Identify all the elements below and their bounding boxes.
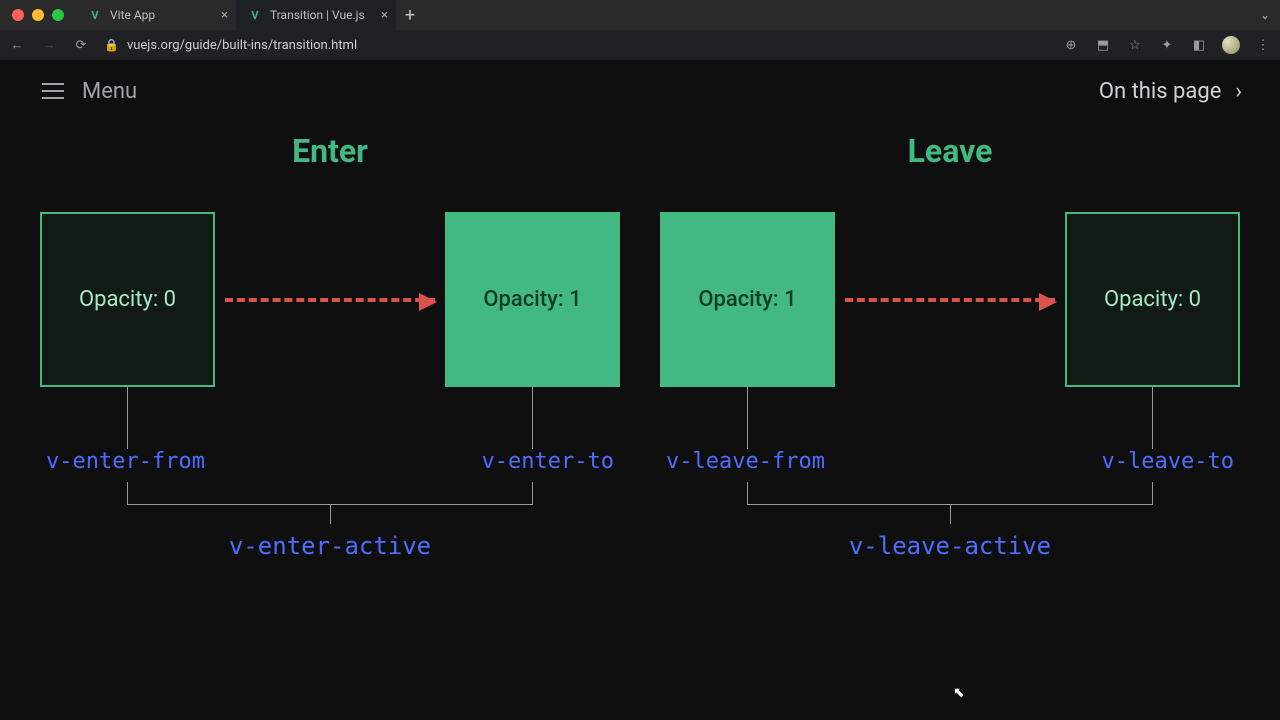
- outline-button[interactable]: On this page ›: [1099, 79, 1242, 104]
- enter-half: Enter Opacity: 0 Opacity: 1 v-enter-from…: [40, 122, 620, 560]
- new-tab-button[interactable]: +: [396, 5, 424, 26]
- leave-from-box: Opacity: 1: [660, 212, 835, 387]
- close-tab-icon[interactable]: ×: [221, 8, 228, 23]
- window-minimize[interactable]: [32, 9, 44, 21]
- back-button[interactable]: ←: [8, 37, 26, 53]
- leave-from-class: v-leave-from: [666, 449, 825, 474]
- enter-from-class: v-enter-from: [46, 449, 205, 474]
- leave-to-class: v-leave-to: [1102, 449, 1234, 474]
- leave-to-box: Opacity: 0: [1065, 212, 1240, 387]
- leave-arrow-icon: [845, 298, 1055, 302]
- enter-to-box: Opacity: 1: [445, 212, 620, 387]
- menu-button[interactable]: Menu: [42, 79, 137, 104]
- enter-to-class: v-enter-to: [482, 449, 614, 474]
- enter-title: Enter: [40, 132, 620, 170]
- hamburger-icon: [42, 83, 64, 99]
- address-bar[interactable]: 🔒 vuejs.org/guide/built-ins/transition.h…: [104, 38, 1048, 53]
- page-content: Menu On this page › Enter Opacity: 0 Opa…: [0, 60, 1280, 720]
- window-titlebar: V Vite App × V Transition | Vue.js × + ⌄: [0, 0, 1280, 30]
- close-tab-icon[interactable]: ×: [381, 8, 388, 23]
- extensions-icon[interactable]: ✦: [1158, 38, 1176, 53]
- enter-active-class: v-enter-active: [40, 532, 620, 560]
- enter-from-box: Opacity: 0: [40, 212, 215, 387]
- menu-label: Menu: [82, 79, 137, 104]
- bookmark-icon[interactable]: ☆: [1126, 38, 1144, 53]
- chevron-right-icon: ›: [1235, 79, 1242, 104]
- enter-arrow-icon: [225, 298, 435, 302]
- doc-topbar: Menu On this page ›: [0, 60, 1280, 122]
- browser-toolbar: ← → ⟳ 🔒 vuejs.org/guide/built-ins/transi…: [0, 30, 1280, 60]
- leave-half: Leave Opacity: 1 Opacity: 0 v-leave-from…: [660, 122, 1240, 560]
- transition-diagram: Enter Opacity: 0 Opacity: 1 v-enter-from…: [0, 122, 1280, 560]
- outline-label: On this page: [1099, 79, 1222, 104]
- url-text: vuejs.org/guide/built-ins/transition.htm…: [127, 38, 357, 53]
- kebab-menu-icon[interactable]: ⋮: [1254, 38, 1272, 53]
- window-close[interactable]: [12, 9, 24, 21]
- install-icon[interactable]: ⬒: [1094, 38, 1112, 53]
- reload-button[interactable]: ⟳: [72, 38, 90, 53]
- vue-favicon-icon: V: [88, 8, 102, 22]
- tab-list-button[interactable]: ⌄: [1250, 8, 1280, 22]
- lock-icon: 🔒: [104, 38, 119, 52]
- window-zoom[interactable]: [52, 9, 64, 21]
- tab-title: Vite App: [110, 8, 155, 22]
- mouse-cursor-icon: ⬉: [953, 685, 965, 701]
- forward-button[interactable]: →: [40, 37, 58, 53]
- leave-active-class: v-leave-active: [660, 532, 1240, 560]
- profile-avatar[interactable]: [1222, 36, 1240, 54]
- tab-title: Transition | Vue.js: [270, 8, 365, 22]
- tab-vite-app[interactable]: V Vite App ×: [76, 0, 236, 30]
- vue-favicon-icon: V: [248, 8, 262, 22]
- window-controls: [0, 9, 76, 21]
- leave-title: Leave: [660, 132, 1240, 170]
- tab-transition[interactable]: V Transition | Vue.js ×: [236, 0, 396, 30]
- sidepanel-icon[interactable]: ◧: [1190, 38, 1208, 53]
- zoom-icon[interactable]: ⊕: [1062, 38, 1080, 53]
